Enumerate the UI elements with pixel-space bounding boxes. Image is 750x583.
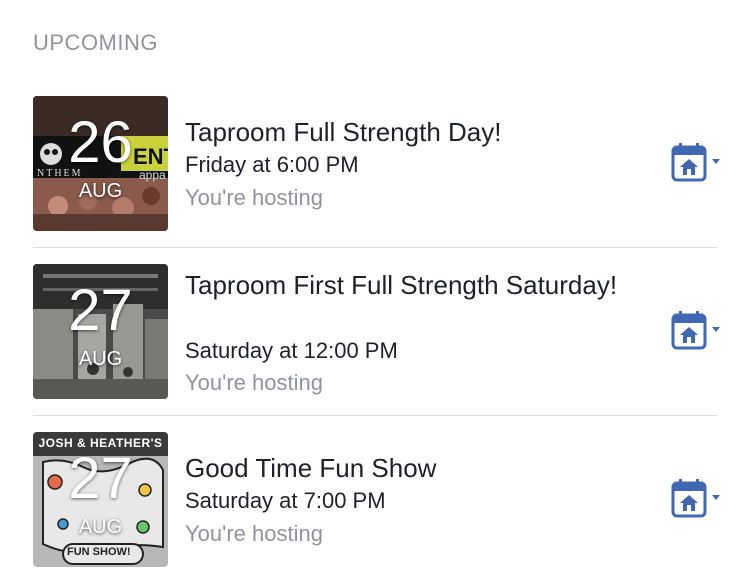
event-row[interactable]: JOSH & HEATHER'S FUN SHOW! 27 AUG Good T… bbox=[0, 432, 750, 572]
event-month: AUG bbox=[78, 348, 123, 370]
thumb-sub-text: FUN SHOW! bbox=[67, 546, 131, 558]
event-day: 26 bbox=[68, 110, 133, 175]
event-month: AUG bbox=[78, 180, 123, 202]
event-time: Saturday at 7:00 PM bbox=[185, 488, 386, 513]
event-day: 27 bbox=[68, 278, 133, 343]
event-thumbnail[interactable]: ENT NTHEM appa 26 AUG bbox=[33, 96, 168, 231]
calendar-button[interactable] bbox=[670, 142, 726, 186]
calendar-button[interactable] bbox=[670, 478, 726, 522]
event-title[interactable]: Good Time Fun Show bbox=[185, 452, 625, 484]
event-month: AUG bbox=[78, 516, 123, 538]
calendar-home-icon bbox=[671, 143, 720, 182]
section-header: UPCOMING bbox=[33, 30, 158, 55]
event-title[interactable]: Taproom First Full Strength Saturday! bbox=[185, 269, 625, 301]
event-time: Friday at 6:00 PM bbox=[185, 152, 359, 177]
event-status: You're hosting bbox=[185, 370, 323, 395]
event-title[interactable]: Taproom Full Strength Day! bbox=[185, 116, 625, 148]
event-time: Saturday at 12:00 PM bbox=[185, 338, 398, 363]
caret-down-icon bbox=[712, 159, 720, 164]
event-status: You're hosting bbox=[185, 185, 323, 210]
caret-down-icon bbox=[712, 495, 720, 500]
divider bbox=[33, 415, 718, 416]
event-day: 27 bbox=[68, 446, 133, 511]
event-status: You're hosting bbox=[185, 521, 323, 546]
calendar-button[interactable] bbox=[670, 310, 726, 354]
event-row[interactable]: 27 AUG Taproom First Full Strength Satur… bbox=[0, 264, 750, 404]
event-row[interactable]: ENT NTHEM appa 26 AUG Taproom Full Stren… bbox=[0, 96, 750, 236]
divider bbox=[33, 247, 718, 248]
calendar-home-icon bbox=[671, 479, 720, 518]
event-thumbnail[interactable]: JOSH & HEATHER'S FUN SHOW! 27 AUG bbox=[33, 432, 168, 567]
event-thumbnail[interactable]: 27 AUG bbox=[33, 264, 168, 399]
calendar-home-icon bbox=[671, 311, 720, 350]
caret-down-icon bbox=[712, 327, 720, 332]
